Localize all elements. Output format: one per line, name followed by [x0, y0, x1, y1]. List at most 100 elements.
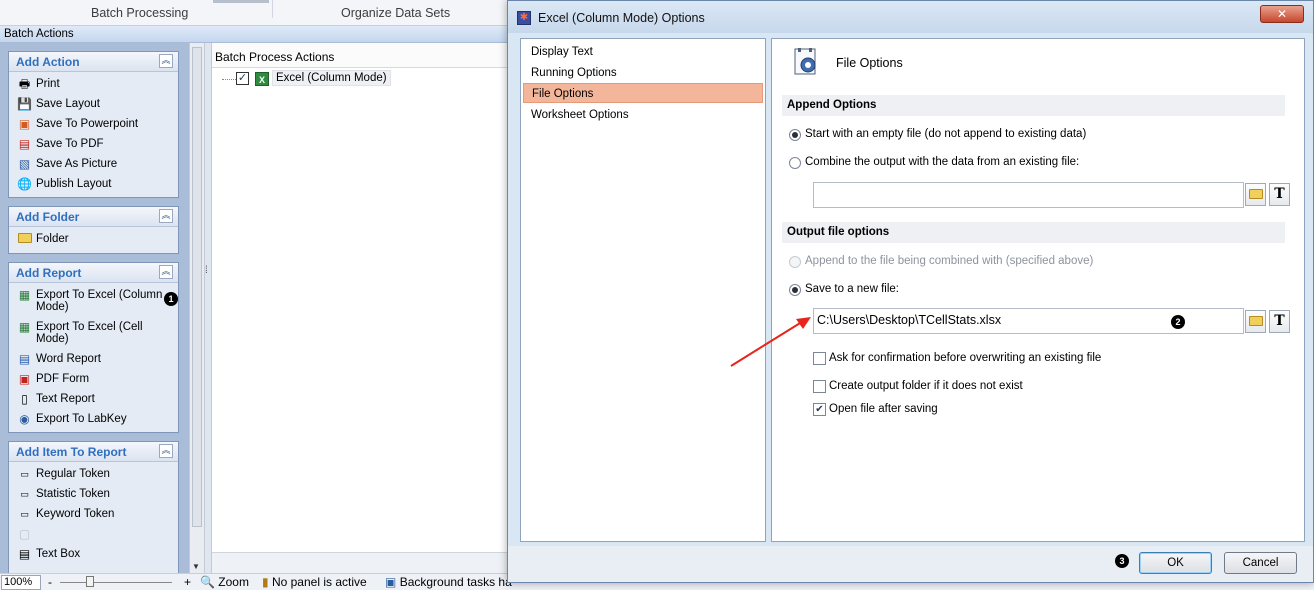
tree-item-checkbox[interactable]: ✓: [236, 72, 249, 85]
token-icon: ▭: [20, 489, 29, 499]
sidebar-item-folder[interactable]: Folder: [9, 230, 178, 250]
zoom-slider-thumb[interactable]: [86, 576, 94, 587]
cancel-button[interactable]: Cancel: [1224, 552, 1297, 574]
zoom-slider[interactable]: [60, 582, 172, 583]
collapse-icon[interactable]: ︽: [159, 444, 173, 458]
sidebar-item-save-layout[interactable]: 💾 Save Layout: [9, 95, 178, 115]
tree-item-label[interactable]: Excel (Column Mode): [272, 70, 391, 86]
pane-header: Batch Process Actions: [212, 43, 512, 68]
browse-new-file-button[interactable]: [1245, 310, 1266, 333]
sidebar-item-publish-layout[interactable]: 🌐 Publish Layout: [9, 175, 178, 195]
pane-splitter[interactable]: ⁞: [204, 43, 211, 573]
open-after-saving-checkbox[interactable]: ✔: [813, 403, 826, 416]
sidebar-item-statistic-token[interactable]: ▭ Statistic Token: [9, 485, 178, 505]
panel-icon: ▮: [262, 575, 269, 589]
panel-status-text: No panel is active: [271, 575, 367, 589]
radio-start-empty-label[interactable]: Start with an empty file (do not append …: [805, 128, 1086, 140]
ok-button[interactable]: OK: [1139, 552, 1212, 574]
radio-append-combined: [789, 256, 801, 268]
zoom-label: Zoom: [218, 575, 249, 589]
collapse-icon[interactable]: ︽: [159, 265, 173, 279]
sidebar-item-word-report[interactable]: ▤ Word Report: [9, 350, 178, 370]
nav-display-text[interactable]: Display Text: [523, 42, 763, 62]
file-options-panel: File Options Append Options Start with a…: [771, 38, 1305, 542]
radio-start-empty[interactable]: [789, 129, 801, 141]
confirm-overwrite-label[interactable]: Ask for confirmation before overwriting …: [829, 352, 1101, 364]
sidebar-item-regular-token[interactable]: ▭ Regular Token: [9, 465, 178, 485]
open-after-saving-label[interactable]: Open file after saving: [829, 403, 938, 415]
powerpoint-icon: ▣: [18, 117, 31, 131]
tree-item[interactable]: ✓ X Excel (Column Mode): [222, 70, 422, 88]
panel-status: ▮ No panel is active: [262, 575, 367, 589]
new-file-path-field[interactable]: C:\Users\Desktop\TCellStats.xlsx 2: [813, 308, 1244, 334]
batch-actions-bar: Batch Actions: [0, 26, 510, 43]
collapse-icon[interactable]: ︽: [159, 54, 173, 68]
nav-running-options[interactable]: Running Options: [523, 63, 763, 83]
scroll-down-icon[interactable]: ▼: [192, 562, 200, 571]
sidebar-item-disabled: ▢: [9, 525, 178, 545]
existing-file-field[interactable]: [813, 182, 1244, 208]
tasks-status-text: Background tasks ha: [399, 575, 512, 589]
insert-token-new-file-button[interactable]: T: [1269, 310, 1290, 333]
word-icon: ▤: [18, 352, 31, 366]
sidebar-scrollbar[interactable]: ▼: [189, 43, 204, 573]
group-title: Add Report: [16, 266, 82, 280]
nav-file-options[interactable]: File Options: [523, 83, 763, 103]
save-layout-icon: 💾: [17, 97, 32, 111]
panel-title: File Options: [836, 56, 903, 70]
batch-process-pane: Batch Process Actions ✓ X Excel (Column …: [211, 43, 512, 573]
nav-worksheet-options[interactable]: Worksheet Options: [523, 105, 763, 125]
sidebar-item-text-box[interactable]: ▤ Text Box: [9, 545, 178, 565]
sidebar-item-save-to-powerpoint[interactable]: ▣ Save To Powerpoint: [9, 115, 178, 135]
sidebar-item-text-report[interactable]: ▯ Text Report: [9, 390, 178, 410]
sidebar-item-save-to-pdf[interactable]: ▤ Save To PDF: [9, 135, 178, 155]
radio-combine-existing-label[interactable]: Combine the output with the data from an…: [805, 156, 1079, 168]
radio-combine-existing[interactable]: [789, 157, 801, 169]
text-token-icon: T: [1274, 313, 1285, 329]
collapse-icon[interactable]: ︽: [159, 209, 173, 223]
sidebar-item-keyword-token[interactable]: ▭ Keyword Token: [9, 505, 178, 525]
zoom-in-button[interactable]: +: [184, 575, 191, 589]
printer-icon: 🖶: [18, 77, 31, 91]
sidebar-item-pdf-form[interactable]: ▣ PDF Form: [9, 370, 178, 390]
sidebar-item-save-as-picture[interactable]: ▧ Save As Picture: [9, 155, 178, 175]
token-icon: ▭: [20, 469, 29, 479]
insert-token-existing-button[interactable]: T: [1269, 183, 1290, 206]
grip-icon: ⁞: [205, 265, 208, 276]
dialog-title: Excel (Column Mode) Options: [538, 11, 705, 25]
callout-badge-2: 2: [1171, 315, 1185, 329]
item-label: Text Report: [36, 393, 95, 405]
zoom-level-input[interactable]: 100%: [1, 575, 41, 590]
item-label: PDF Form: [36, 373, 90, 385]
radio-save-new-label[interactable]: Save to a new file:: [805, 283, 899, 295]
folder-icon: [1248, 189, 1263, 199]
zoom-out-button[interactable]: -: [48, 575, 52, 589]
create-folder-checkbox[interactable]: [813, 380, 826, 393]
close-button[interactable]: ✕: [1260, 5, 1304, 23]
actions-sidebar: Add Action ︽ 🖶 Print 💾 Save Layout ▣ Save T…: [0, 43, 204, 581]
scrollbar-thumb[interactable]: [192, 47, 202, 527]
dialog-title-bar[interactable]: ✱ Excel (Column Mode) Options ✕: [508, 1, 1313, 33]
group-header[interactable]: Add Report ︽: [9, 263, 178, 283]
sidebar-item-export-excel-column[interactable]: ▦ Export To Excel (Column Mode): [9, 286, 178, 318]
text-report-icon: ▯: [21, 392, 28, 406]
group-add-item-to-report: Add Item To Report ︽ ▭ Regular Token ▭ Sta…: [8, 441, 179, 581]
sidebar-item-print[interactable]: 🖶 Print: [9, 75, 178, 95]
browse-existing-button[interactable]: [1245, 183, 1266, 206]
output-options-header: Output file options: [782, 222, 1285, 243]
excel-icon: ▦: [18, 288, 31, 302]
group-header[interactable]: Add Folder ︽: [9, 207, 178, 227]
dialog-footer: 3 OK Cancel: [508, 546, 1313, 582]
radio-save-new[interactable]: [789, 284, 801, 296]
group-header[interactable]: Add Item To Report ︽: [9, 442, 178, 462]
tab-organize-data-sets[interactable]: Organize Data Sets: [341, 6, 450, 20]
create-folder-label[interactable]: Create output folder if it does not exis…: [829, 380, 1023, 392]
item-label: Publish Layout: [36, 178, 112, 190]
group-add-folder: Add Folder ︽ Folder: [8, 206, 179, 254]
item-label: Save Layout: [36, 98, 100, 110]
sidebar-item-export-labkey[interactable]: ◉ Export To LabKey: [9, 410, 178, 430]
sidebar-item-export-excel-cell[interactable]: ▦ Export To Excel (Cell Mode): [9, 318, 178, 350]
tab-batch-processing[interactable]: Batch Processing: [91, 6, 188, 20]
token-icon: ▭: [20, 509, 29, 519]
group-header[interactable]: Add Action ︽: [9, 52, 178, 72]
